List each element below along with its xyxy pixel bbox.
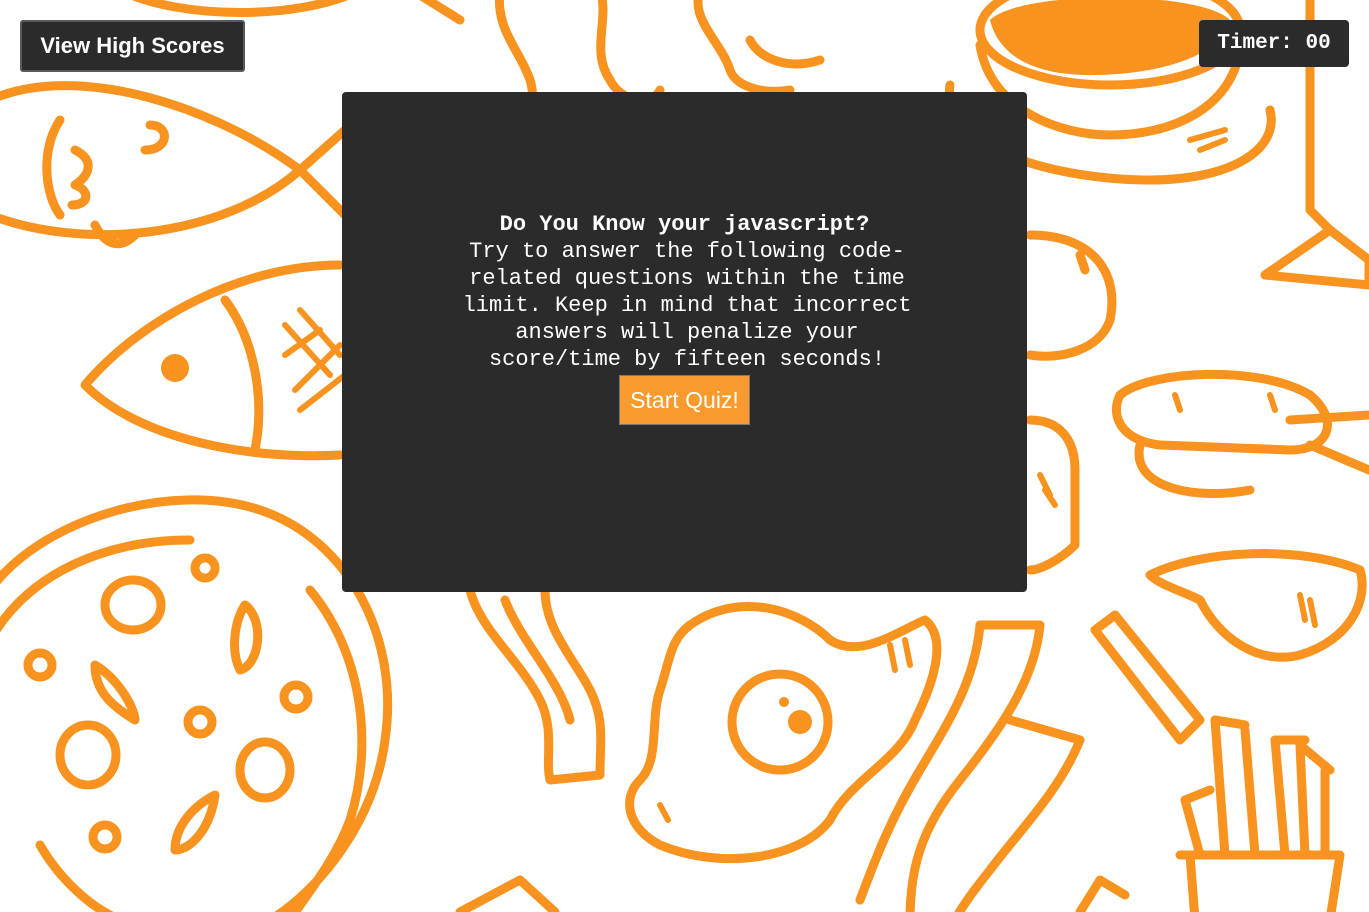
- quiz-intro-card: Do You Know your javascript? Try to answ…: [342, 92, 1027, 592]
- fish-icon: [80, 260, 348, 461]
- quiz-title: Do You Know your javascript?: [499, 212, 870, 237]
- pizza-icon: [0, 495, 393, 912]
- timer-label: Timer:: [1217, 32, 1293, 55]
- fries-icon: [1175, 715, 1345, 912]
- cracker-icon: [455, 875, 560, 912]
- start-quiz-button[interactable]: Start Quiz!: [619, 375, 750, 425]
- bun-icon: [131, 0, 349, 17]
- timer-value: 00: [1305, 32, 1331, 55]
- bacon-icon: [465, 585, 606, 785]
- fish-icon: [0, 81, 350, 249]
- view-high-scores-button[interactable]: View High Scores: [20, 20, 245, 72]
- roll-icon: [1145, 549, 1367, 662]
- timer-display: Timer: 00: [1199, 20, 1349, 67]
- cheese-icon: [1025, 415, 1080, 575]
- fry-icon: [1090, 610, 1205, 745]
- quiz-description: Try to answer the following code-related…: [462, 239, 912, 372]
- quiz-intro: Do You Know your javascript? Try to answ…: [442, 211, 927, 425]
- chip-icon: [1075, 875, 1130, 912]
- sushi-icon: [1025, 230, 1369, 499]
